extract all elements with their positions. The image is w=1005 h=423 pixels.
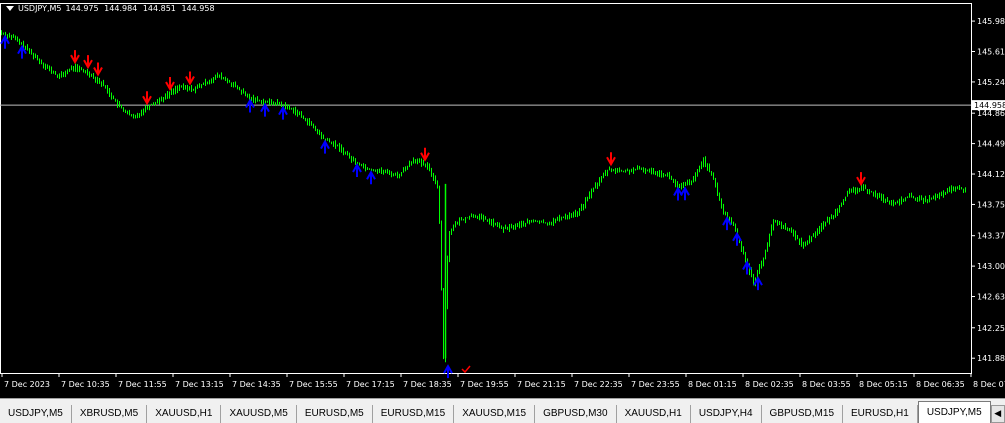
time-tick-label: 7 Dec 18:35 — [403, 380, 452, 389]
time-tick-label: 7 Dec 14:35 — [232, 380, 281, 389]
tab-xauusd-h1[interactable]: XAUUSD,H1 — [617, 405, 691, 423]
buy-arrow-icon — [261, 105, 269, 117]
price-tick-label: 141.880 — [977, 354, 1005, 363]
price-tick-label: 143.750 — [977, 200, 1005, 209]
tab-xauusd-m15[interactable]: XAUUSD,M15 — [454, 405, 535, 423]
ohlc-values: 144.975 144.984 144.851 144.958 — [66, 4, 218, 13]
tab-gbpusd-m30[interactable]: GBPUSD,M30 — [535, 405, 616, 423]
symbol-header: USDJPY,M5 144.975 144.984 144.851 144.95… — [6, 4, 218, 13]
symbol-label: USDJPY,M5 — [18, 4, 62, 13]
tab-eurusd-h1[interactable]: EURUSD,H1 — [843, 405, 918, 423]
price-tick-label: 143.000 — [977, 262, 1005, 271]
time-tick-label: 7 Dec 21:15 — [517, 380, 566, 389]
buy-arrow-icon — [681, 188, 689, 200]
time-tick-label: 7 Dec 10:35 — [61, 380, 110, 389]
time-tick-label: 7 Dec 23:55 — [631, 380, 680, 389]
open-value: 144.975 — [66, 4, 99, 13]
sell-arrow-icon — [857, 172, 865, 184]
buy-arrow-icon — [444, 366, 452, 378]
time-tick-label: 8 Dec 02:35 — [745, 380, 794, 389]
sell-arrow-icon — [84, 55, 92, 67]
current-price-label: 144.958 — [974, 101, 1005, 110]
tab-xbrusd-m5[interactable]: XBRUSD,M5 — [72, 405, 147, 423]
check-icon — [462, 366, 470, 372]
tab-eurusd-m5[interactable]: EURUSD,M5 — [297, 405, 373, 423]
time-tick-label: 8 Dec 06:35 — [916, 380, 965, 389]
price-tick-label: 144.120 — [977, 170, 1005, 179]
time-tick-label: 7 Dec 13:15 — [175, 380, 224, 389]
sell-arrow-icon — [166, 77, 174, 89]
chart-area[interactable]: 145.980 145.610 145.240 144.860 144.490 144.1… — [0, 0, 1005, 398]
buy-arrow-icon — [733, 234, 741, 246]
sell-arrow-icon — [186, 72, 194, 84]
tab-xauusd-m5[interactable]: XAUUSD,M5 — [221, 405, 296, 423]
price-tick-label: 145.980 — [977, 17, 1005, 26]
time-tick-label: 7 Dec 2023 — [4, 380, 50, 389]
sell-arrow-icon — [607, 152, 615, 164]
time-tick-label: 7 Dec 15:55 — [289, 380, 338, 389]
buy-arrow-icon — [321, 142, 329, 154]
time-tick-label: 8 Dec 07:55 — [973, 380, 1005, 389]
chart-tab-bar: USDJPY,M5XBRUSD,M5XAUUSD,H1XAUUSD,M5EURU… — [0, 398, 1005, 423]
tab-scroll-controls: ◀ ▶ — [991, 405, 1005, 423]
buy-arrow-icon — [18, 47, 26, 59]
tab-usdjpy-m5[interactable]: USDJPY,M5 — [918, 401, 991, 423]
time-tick-label: 8 Dec 01:15 — [688, 380, 737, 389]
buy-arrow-icon — [246, 101, 254, 113]
sell-arrow-icon — [143, 91, 151, 103]
sell-arrow-icon — [421, 148, 429, 160]
time-tick-label: 7 Dec 11:55 — [118, 380, 167, 389]
price-tick-label: 142.250 — [977, 324, 1005, 333]
scroll-left-icon[interactable]: ◀ — [991, 405, 1005, 423]
price-tick-label: 142.630 — [977, 293, 1005, 302]
sell-arrow-icon — [94, 62, 102, 74]
high-value: 144.984 — [104, 4, 137, 13]
low-value: 144.851 — [143, 4, 176, 13]
close-value: 144.958 — [181, 4, 214, 13]
tab-usdjpy-m5[interactable]: USDJPY,M5 — [0, 405, 72, 423]
time-tick-label: 7 Dec 19:55 — [460, 380, 509, 389]
price-chart[interactable]: 145.980 145.610 145.240 144.860 144.490 144.1… — [0, 0, 1005, 398]
time-tick-label: 7 Dec 17:15 — [346, 380, 395, 389]
buy-arrow-icon — [353, 165, 361, 177]
buy-arrow-icon — [367, 172, 375, 184]
price-tick-label: 145.610 — [977, 48, 1005, 57]
tab-eurusd-m15[interactable]: EURUSD,M15 — [373, 405, 454, 423]
price-tick-label: 143.370 — [977, 232, 1005, 241]
dropdown-triangle-icon[interactable] — [6, 6, 14, 11]
time-tick-label: 8 Dec 05:15 — [859, 380, 908, 389]
price-tick-label: 144.490 — [977, 140, 1005, 149]
tab-xauusd-h1[interactable]: XAUUSD,H1 — [147, 405, 221, 423]
sell-arrow-icon — [71, 50, 79, 62]
time-tick-label: 8 Dec 03:55 — [802, 380, 851, 389]
time-tick-label: 7 Dec 22:35 — [574, 380, 623, 389]
price-tick-label: 145.240 — [977, 78, 1005, 87]
plot-border — [1, 4, 972, 374]
tab-gbpusd-m15[interactable]: GBPUSD,M15 — [762, 405, 843, 423]
price-tick-label: 144.860 — [977, 109, 1005, 118]
tab-usdjpy-h4[interactable]: USDJPY,H4 — [691, 405, 762, 423]
